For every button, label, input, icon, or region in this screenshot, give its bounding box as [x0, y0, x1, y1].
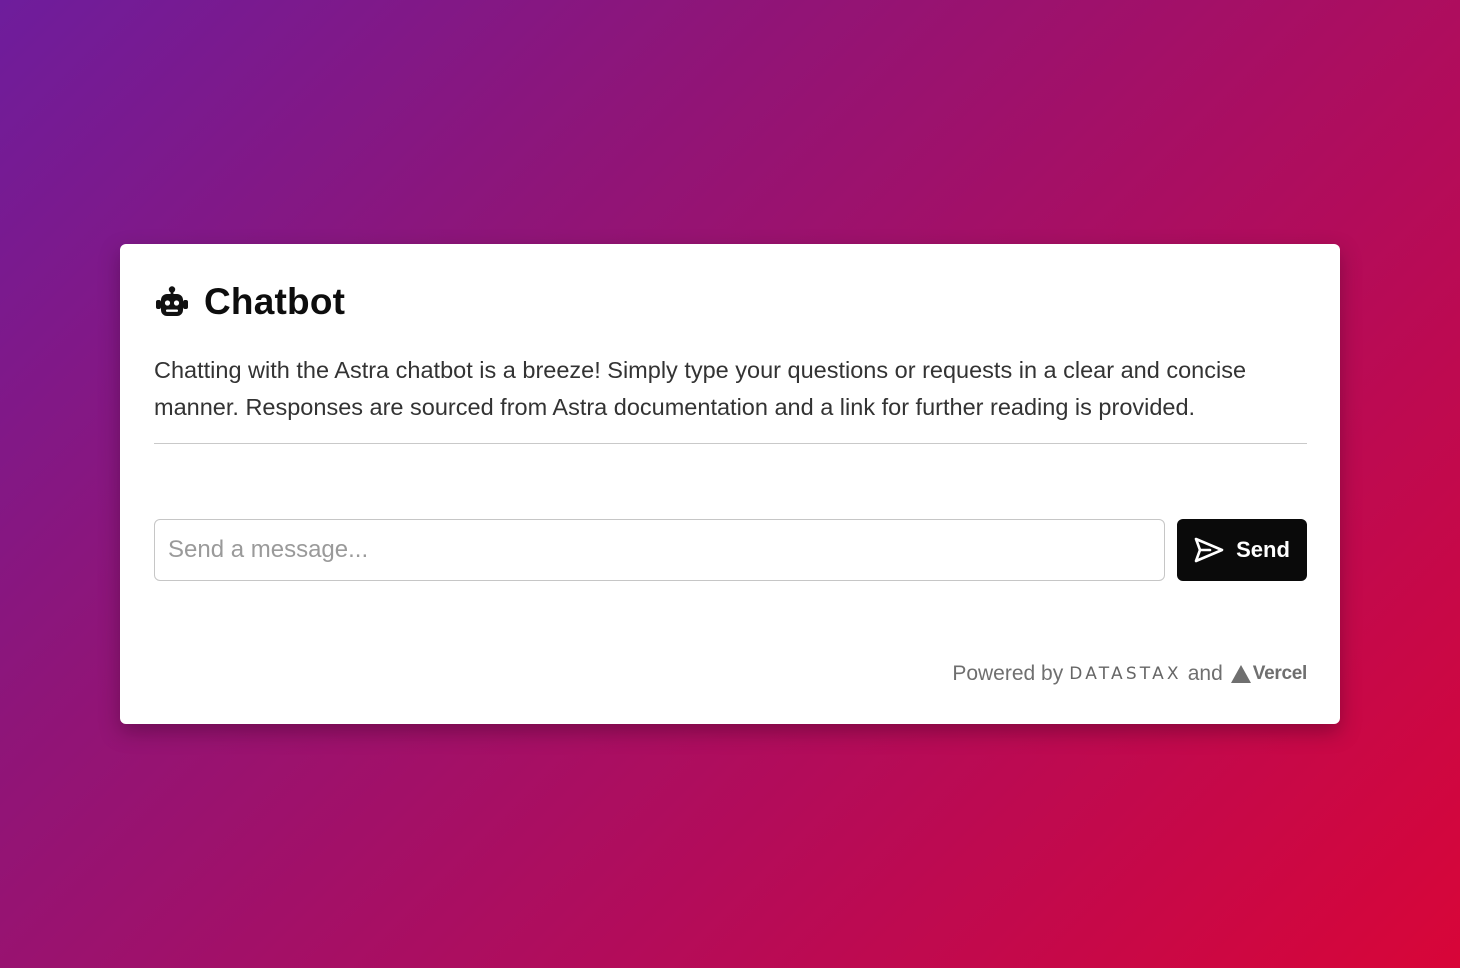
message-input[interactable]: [154, 519, 1165, 581]
message-composer: Send: [154, 519, 1307, 581]
vercel-label: Vercel: [1252, 663, 1308, 684]
robot-icon: [154, 285, 190, 319]
chatbot-description: Chatting with the Astra chatbot is a bre…: [154, 357, 1247, 420]
vercel-logo[interactable]: Vercel: [1230, 663, 1308, 685]
vercel-triangle-icon: [1230, 665, 1251, 683]
datastax-logo[interactable]: DATASTAX: [1069, 664, 1182, 684]
powered-by-footer: Powered by DATASTAX and Vercel: [952, 662, 1307, 686]
page-title: Chatbot: [204, 281, 346, 322]
chatbot-card: Chatbot Chatting with the Astra chatbot …: [120, 244, 1340, 724]
paper-plane-icon: [1194, 537, 1224, 563]
divider: [154, 443, 1307, 444]
chatbot-header: Chatbot: [154, 281, 1307, 322]
send-button[interactable]: Send: [1177, 519, 1307, 581]
powered-by-text: Powered by: [952, 662, 1064, 685]
send-button-label: Send: [1236, 537, 1290, 562]
and-text: and: [1187, 662, 1223, 685]
